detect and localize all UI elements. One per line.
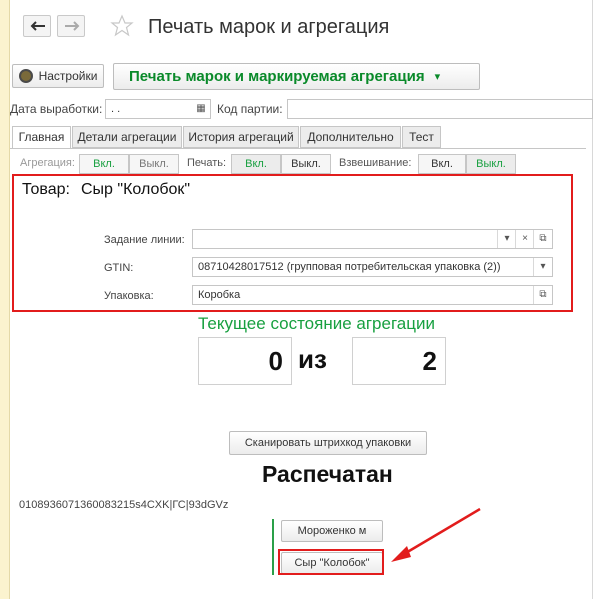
print-label: Печать: (187, 157, 227, 169)
tab-test[interactable]: Тест (402, 126, 441, 148)
date-value: . . (111, 103, 121, 115)
aggregation-on-toggle[interactable]: Вкл. (79, 154, 129, 174)
chevron-down-icon: ▾ (434, 71, 441, 83)
gtin-field[interactable]: 08710428017512 (групповая потребительска… (192, 257, 553, 277)
aggregation-off-toggle[interactable]: Выкл. (129, 154, 179, 174)
print-aggregation-button[interactable]: Печать марок и маркируемая агрегация ▾ (113, 63, 480, 90)
aggregation-state-title: Текущее состояние агрегации (198, 314, 435, 333)
dropdown-arrow-icon[interactable]: ▾ (497, 230, 516, 248)
items-indicator-line (272, 519, 274, 575)
batch-label: Код партии: (217, 102, 283, 116)
calendar-icon[interactable]: ▦ (192, 100, 210, 118)
gtin-label: GTIN: (104, 262, 134, 274)
tab-divider (10, 148, 586, 149)
line-task-label: Задание линии: (104, 234, 185, 246)
product-name: Сыр "Колобок" (81, 181, 191, 198)
forward-button[interactable] (57, 15, 85, 37)
weighing-label: Взвешивание: (339, 157, 412, 169)
open-form-icon[interactable]: ⧉ (533, 286, 552, 304)
total-count: 2 (352, 337, 446, 385)
package-label: Упаковка: (104, 290, 154, 302)
tab-main[interactable]: Главная (12, 126, 71, 149)
annotation-arrow-icon (391, 507, 481, 562)
gear-icon (18, 69, 33, 83)
print-off-toggle[interactable]: Выкл. (281, 154, 331, 174)
left-panel-edge (0, 0, 10, 599)
settings-label: Настройки (38, 69, 98, 83)
aggregated-count: 0 (198, 337, 292, 385)
batch-field[interactable] (287, 99, 593, 119)
scan-barcode-button[interactable]: Сканировать штрихкод упаковки (229, 431, 427, 455)
weighing-off-toggle[interactable]: Выкл. (466, 154, 516, 174)
tab-aggregation-details[interactable]: Детали агрегации (72, 126, 182, 148)
right-panel-edge (592, 0, 600, 599)
favorite-star-icon[interactable] (110, 14, 134, 38)
item-highlight-frame (278, 549, 384, 575)
print-aggregation-label: Печать марок и маркируемая агрегация (129, 68, 425, 85)
arrow-right-icon (65, 21, 80, 31)
item-button-1[interactable]: Мороженко м (281, 520, 383, 542)
tab-aggregation-history[interactable]: История агрегаций (183, 126, 299, 148)
date-label: Дата выработки: (10, 102, 103, 116)
package-field[interactable]: Коробка ⧉ (192, 285, 553, 305)
arrow-left-icon (30, 21, 45, 31)
dropdown-arrow-icon[interactable]: ▾ (533, 258, 552, 276)
window-title: Печать марок и агрегация (148, 16, 390, 38)
open-form-icon[interactable]: ⧉ (533, 230, 552, 248)
date-field[interactable]: . . ▦ (105, 99, 211, 119)
count-separator: из (298, 344, 327, 374)
aggregation-label: Агрегация: (20, 157, 75, 169)
weighing-on-toggle[interactable]: Вкл. (418, 154, 466, 174)
package-value: Коробка (198, 289, 241, 301)
line-task-field[interactable]: ▾ × ⧉ (192, 229, 553, 249)
marking-code: 0108936071360083215s4CXK|ГС|93dGVz (19, 499, 229, 511)
gtin-value: 08710428017512 (групповая потребительска… (198, 261, 501, 273)
settings-button[interactable]: Настройки (12, 64, 104, 88)
clear-icon[interactable]: × (515, 230, 534, 248)
back-button[interactable] (23, 15, 51, 37)
tab-additional[interactable]: Дополнительно (300, 126, 401, 148)
product-label: Товар: (22, 181, 70, 198)
print-on-toggle[interactable]: Вкл. (231, 154, 281, 174)
status-text: Распечатан (262, 461, 393, 487)
